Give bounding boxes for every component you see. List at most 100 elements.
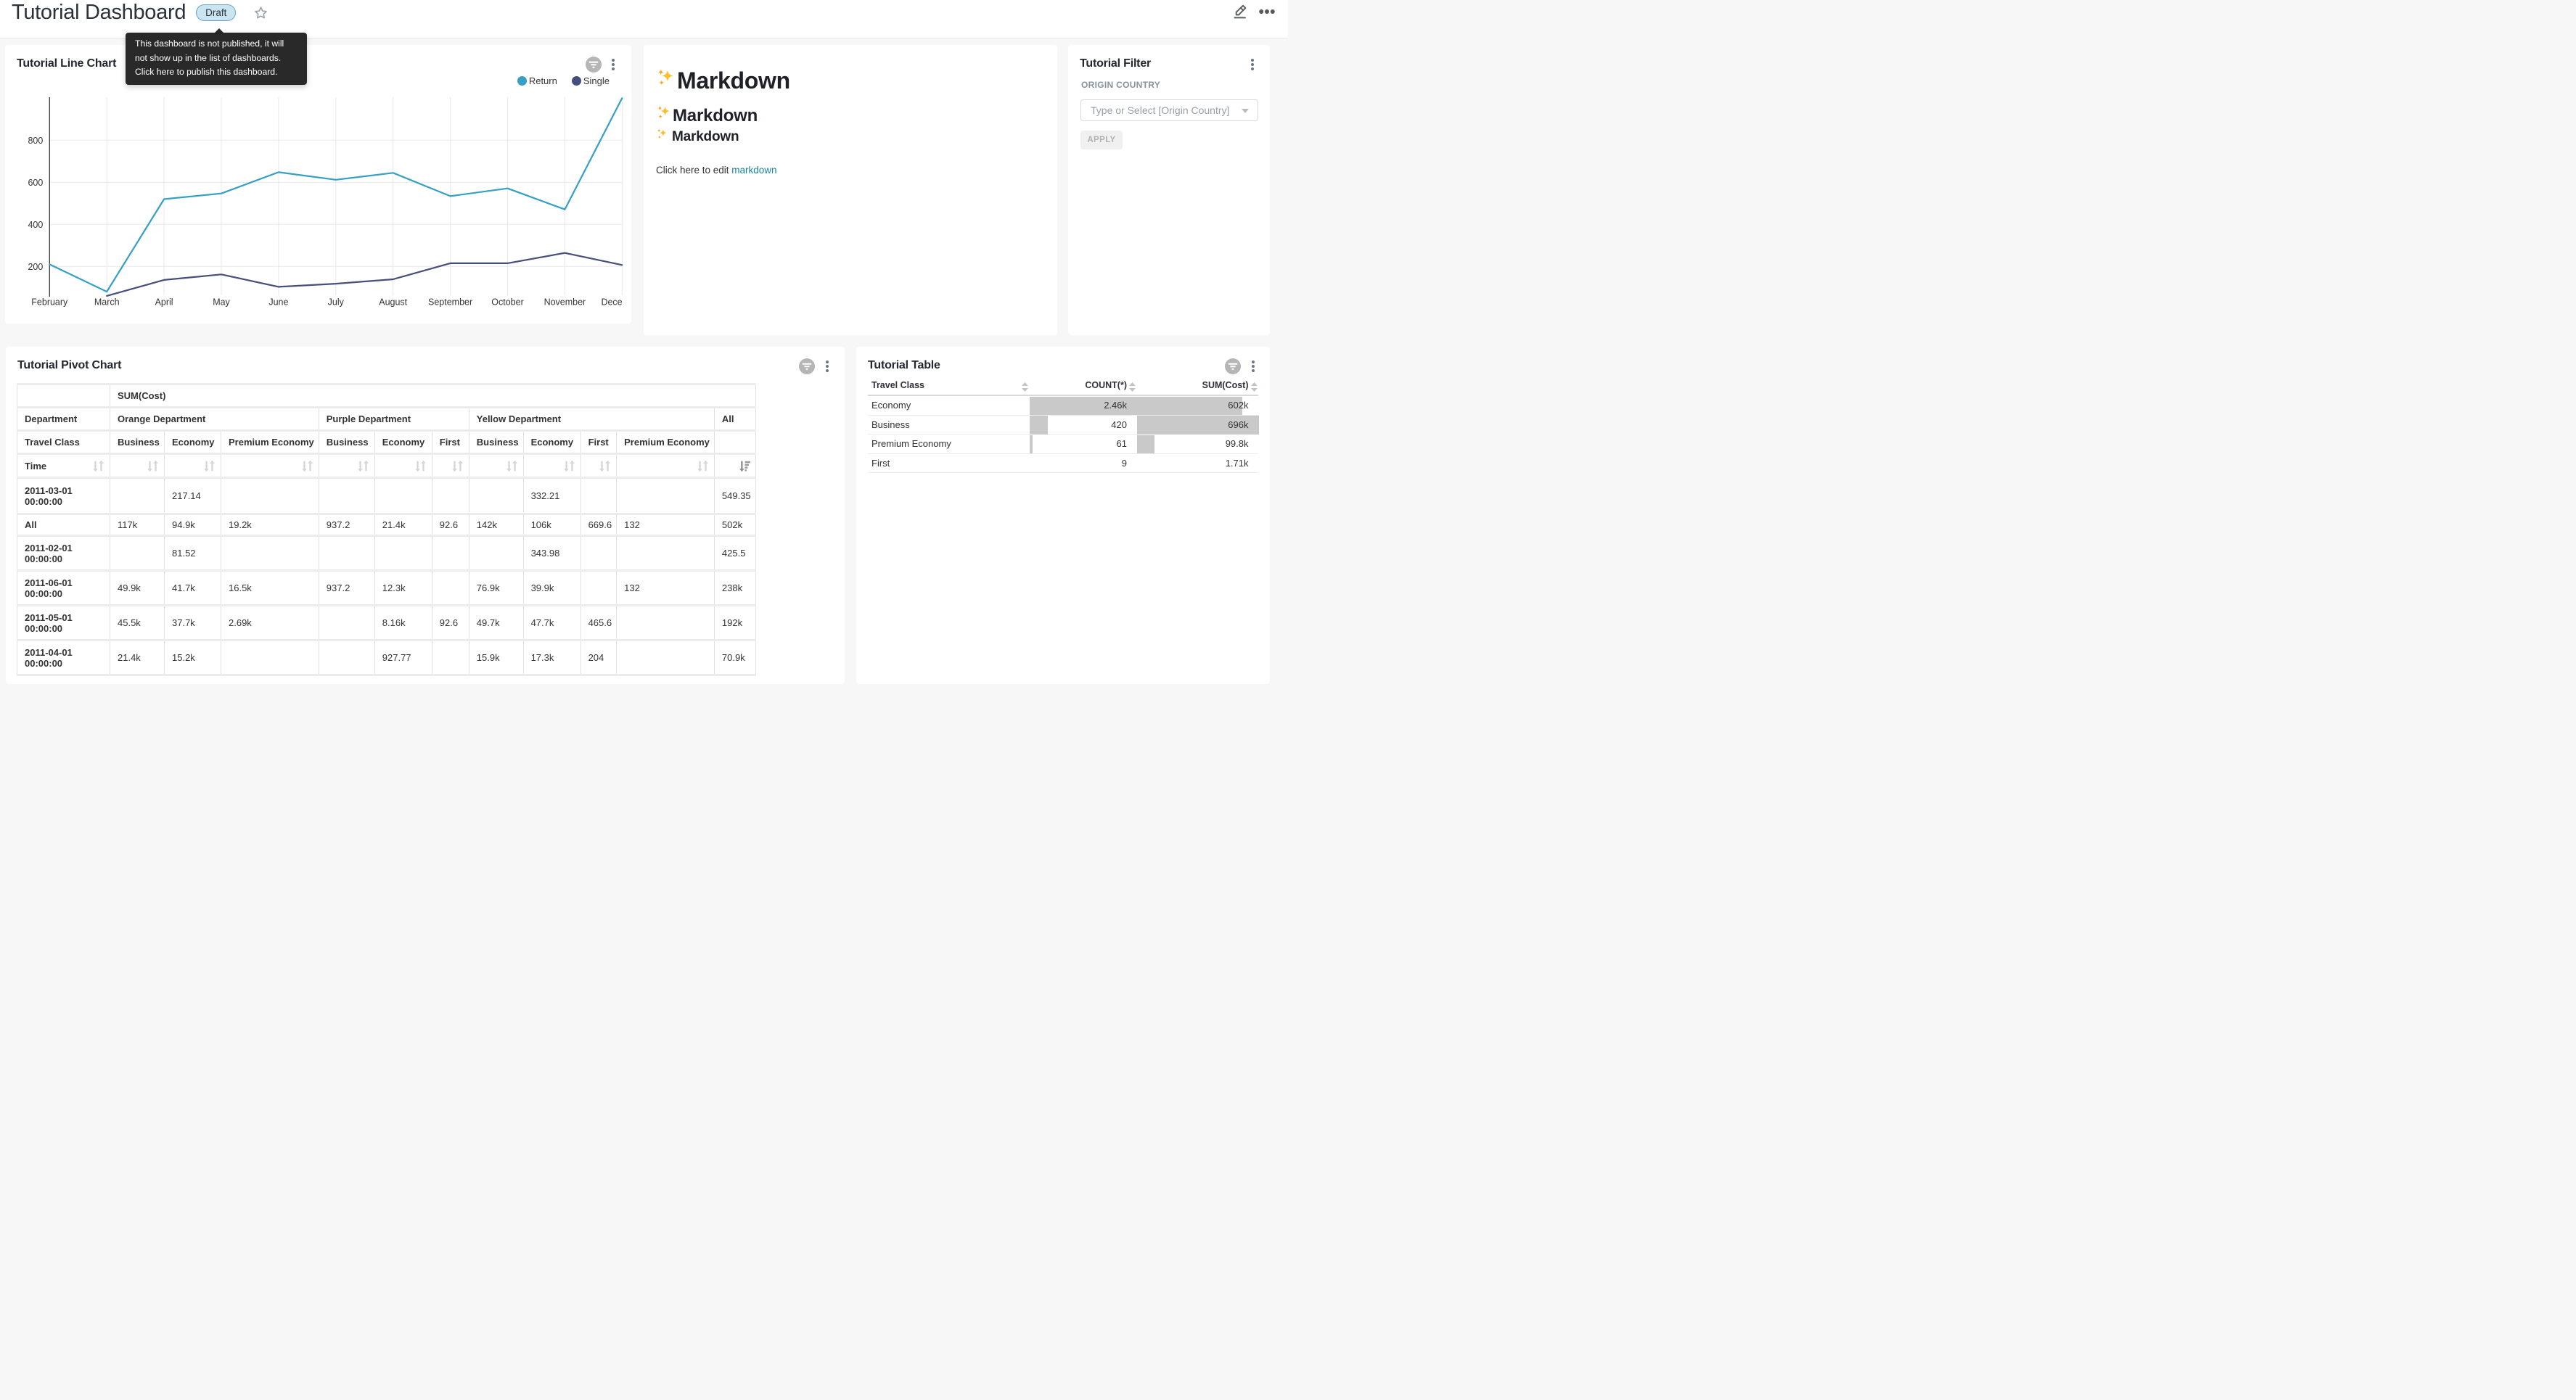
ellipsis-menu-icon[interactable] [1259, 9, 1275, 15]
kebab-menu-icon[interactable] [1247, 56, 1258, 73]
pivot-colgroup-header[interactable]: All [714, 408, 755, 431]
pivot-row-label[interactable]: 2011-06-0100:00:00 [17, 571, 110, 606]
pivot-value-cell [319, 536, 374, 571]
pivot-class-header[interactable]: Premium Economy [221, 431, 319, 454]
pivot-class-header[interactable]: First [432, 431, 469, 454]
sparkles-icon [656, 128, 672, 146]
markdown-h2: Markdown [656, 104, 758, 128]
draft-status-badge[interactable]: Draft [196, 4, 236, 21]
pivot-class-header[interactable]: Premium Economy [617, 431, 715, 454]
sort-toggle-icon[interactable] [374, 454, 432, 478]
count-cell: 9 [1030, 454, 1137, 473]
filter-scope-badge-icon[interactable] [799, 358, 815, 374]
pivot-value-cell: 76.9k [469, 571, 523, 606]
sort-icon[interactable] [1022, 382, 1028, 395]
pivot-value-cell [221, 536, 319, 571]
pivot-value-cell [374, 478, 432, 514]
tooltip-line-2: not show up in the list of dashboards. [135, 52, 298, 66]
pivot-colgroup-header[interactable]: Yellow Department [469, 408, 714, 431]
pivot-value-cell: 92.6 [432, 606, 469, 641]
count-cell: 420 [1030, 416, 1137, 435]
origin-country-select[interactable]: Type or Select [Origin Country] [1080, 99, 1258, 121]
svg-text:July: July [328, 297, 345, 308]
pivot-class-header[interactable]: First [581, 431, 617, 454]
pivot-row-label[interactable]: 2011-05-0100:00:00 [17, 606, 110, 641]
sort-descending-icon[interactable] [714, 454, 755, 478]
kebab-menu-icon[interactable] [822, 358, 832, 375]
apply-button[interactable]: APPLY [1080, 131, 1123, 149]
pivot-value-cell: 39.9k [523, 571, 581, 606]
tooltip-line-3: Click here to publish this dashboard. [135, 65, 298, 80]
pivot-class-header[interactable]: Economy [165, 431, 221, 454]
markdown-card[interactable]: Markdown Markdown Markdown Click here to… [644, 45, 1057, 335]
pivot-row-label[interactable]: All [17, 514, 110, 536]
filter-scope-badge-icon[interactable] [1225, 358, 1241, 374]
sort-toggle-icon[interactable] [165, 454, 221, 478]
pivot-value-cell [617, 606, 715, 641]
sparkles-icon [656, 66, 677, 95]
pivot-value-cell: 45.5k [110, 606, 165, 641]
pivot-row-label[interactable]: 2011-04-0100:00:00 [17, 641, 110, 675]
sort-toggle-icon[interactable] [110, 454, 165, 478]
pivot-value-cell: 937.2 [319, 571, 374, 606]
sort-toggle-icon[interactable] [523, 454, 581, 478]
pivot-value-cell: 70.9k [714, 641, 755, 675]
pivot-value-cell [432, 536, 469, 571]
pivot-value-cell: 2.69k [221, 606, 319, 641]
table-row[interactable]: First91.71k [868, 454, 1258, 474]
count-cell: 61 [1030, 435, 1137, 453]
pivot-time-header[interactable]: Time [17, 454, 110, 478]
pivot-value-cell: 192k [714, 606, 755, 641]
pivot-value-cell [319, 478, 374, 514]
pivot-class-header[interactable]: Economy [374, 431, 432, 454]
column-header-travel-class[interactable]: Travel Class [871, 380, 924, 395]
sum-cell: 99.8k [1137, 435, 1259, 453]
pivot-row-label[interactable]: 2011-02-0100:00:00 [17, 536, 110, 571]
pivot-dimension-label: Travel Class [17, 431, 110, 454]
pivot-value-cell: 927.77 [374, 641, 432, 675]
pivot-value-cell: 549.35 [714, 478, 755, 514]
pivot-class-header[interactable]: Business [110, 431, 165, 454]
table-row[interactable]: Economy2.46k602k [868, 396, 1258, 416]
pivot-class-header[interactable] [714, 431, 755, 454]
sort-icon[interactable] [1251, 382, 1258, 395]
pivot-colgroup-header[interactable]: Orange Department [110, 408, 319, 431]
pivot-value-cell: 47.7k [523, 606, 581, 641]
svg-text:June: June [268, 297, 288, 308]
pivot-class-header[interactable]: Business [319, 431, 374, 454]
count-cell: 2.46k [1030, 396, 1137, 415]
pivot-row-label[interactable]: 2011-03-0100:00:00 [17, 478, 110, 514]
pivot-value-cell: 217.14 [165, 478, 221, 514]
table-row[interactable]: Business420696k [868, 416, 1258, 435]
table-chart-title[interactable]: Tutorial Table [868, 359, 940, 372]
pivot-class-header[interactable]: Economy [523, 431, 581, 454]
pivot-value-cell: 502k [714, 514, 755, 536]
filter-card-title[interactable]: Tutorial Filter [1080, 57, 1151, 70]
sort-toggle-icon[interactable] [581, 454, 617, 478]
svg-text:November: November [544, 297, 586, 308]
sort-toggle-icon[interactable] [469, 454, 523, 478]
pivot-value-cell: 17.3k [523, 641, 581, 675]
column-header-count-[interactable]: COUNT(*) [1085, 380, 1127, 395]
sort-toggle-icon[interactable] [221, 454, 319, 478]
kebab-menu-icon[interactable] [1248, 358, 1258, 375]
pivot-value-cell [110, 478, 165, 514]
markdown-edit-link[interactable]: markdown [731, 165, 776, 176]
pivot-value-cell: 8.16k [374, 606, 432, 641]
pivot-value-cell [617, 641, 715, 675]
favorite-star-icon[interactable] [253, 5, 268, 20]
pivot-class-header[interactable]: Business [469, 431, 523, 454]
sort-toggle-icon[interactable] [617, 454, 715, 478]
table-row[interactable]: Premium Economy6199.8k [868, 435, 1258, 454]
sort-toggle-icon[interactable] [432, 454, 469, 478]
pivot-chart-title[interactable]: Tutorial Pivot Chart [17, 359, 121, 372]
pivot-colgroup-header[interactable]: Purple Department [319, 408, 469, 431]
edit-pencil-icon[interactable] [1232, 4, 1247, 20]
sort-toggle-icon[interactable] [319, 454, 374, 478]
column-header-sum-cost-[interactable]: SUM(Cost) [1202, 380, 1249, 395]
svg-text:May: May [213, 297, 230, 308]
filter-box-card: Tutorial Filter ORIGIN COUNTRY Type or S… [1068, 45, 1270, 335]
line-chart-plot[interactable]: 200400600800FebruaryMarchAprilMayJuneJul… [5, 45, 631, 324]
table-chart-card: Tutorial Table Travel Class COUNT(*) SUM(C… [856, 347, 1270, 684]
sort-icon[interactable] [1129, 382, 1136, 395]
